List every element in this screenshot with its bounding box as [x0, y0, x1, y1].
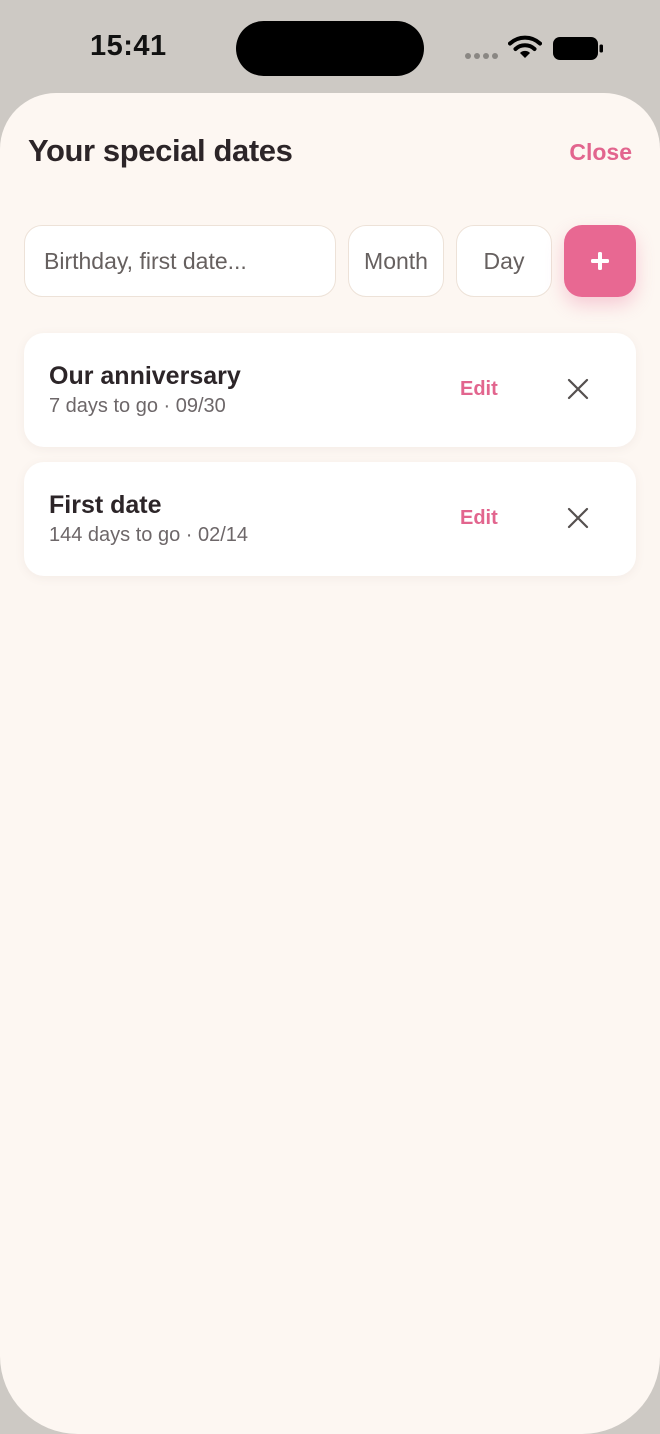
special-dates-sheet: Your special dates Close Birthday, first…	[0, 93, 660, 1434]
month-input[interactable]: Month	[348, 225, 444, 297]
close-icon	[567, 507, 589, 529]
dynamic-island	[236, 21, 424, 76]
plus-icon	[591, 252, 609, 270]
status-bar: 15:41	[0, 0, 660, 94]
date-card: Our anniversary 7 days to go · 09/30 Edi…	[24, 333, 636, 447]
remove-date-button[interactable]	[566, 506, 590, 530]
remove-date-button[interactable]	[566, 377, 590, 401]
date-title: First date	[49, 491, 162, 519]
add-date-button[interactable]	[564, 225, 636, 297]
date-title: Our anniversary	[49, 362, 241, 390]
close-icon	[567, 378, 589, 400]
close-button[interactable]: Close	[569, 139, 632, 166]
date-countdown: 7 days to go · 09/30	[49, 395, 226, 417]
day-input[interactable]: Day	[456, 225, 552, 297]
date-card: First date 144 days to go · 02/14 Edit	[24, 462, 636, 576]
sheet-title: Your special dates	[28, 133, 293, 168]
wifi-icon	[508, 35, 542, 58]
battery-icon	[553, 37, 603, 60]
status-time: 15:41	[90, 30, 167, 62]
date-countdown: 144 days to go · 02/14	[49, 524, 249, 546]
edit-date-button[interactable]: Edit	[460, 507, 498, 530]
date-name-input[interactable]: Birthday, first date...	[24, 225, 336, 297]
edit-date-button[interactable]: Edit	[460, 378, 498, 401]
cellular-signal-icon	[465, 53, 498, 59]
